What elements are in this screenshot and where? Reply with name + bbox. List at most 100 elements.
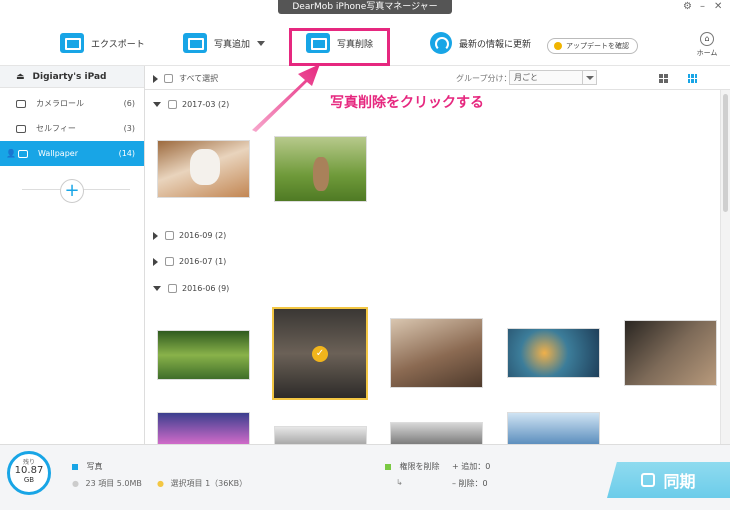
legend-swatch [385,463,391,470]
group-by-label: グループ分け： [456,74,512,83]
sidebar-item-count: (14) [118,149,135,158]
photo-thumbnail[interactable] [157,140,250,198]
expand-icon[interactable] [153,231,158,240]
sidebar: ⏏ Digiarty's iPad カメラロール (6) セルフィー (3) 👤… [0,66,145,444]
view-toggle [649,66,707,90]
large-grid-icon[interactable] [659,73,668,83]
photo-thumbnail-selected[interactable]: ✓ [272,307,368,400]
add-album-button[interactable]: + [60,179,84,203]
sidebar-item-label: セルフィー [36,124,76,133]
close-icon[interactable]: ✕ [714,1,722,13]
group-checkbox[interactable] [165,257,174,266]
photo-icon [17,149,28,158]
photo-thumbnail[interactable] [157,330,250,380]
storage-unit: GB [23,476,35,484]
sidebar-item-camera-roll[interactable]: カメラロール (6) [0,91,144,116]
permission-delete-label: 権限を削除 [399,462,440,471]
sidebar-item-selfie[interactable]: セルフィー (3) [0,116,144,141]
photos-legend: 写真 [72,461,103,472]
added-count: + 追加：0 [452,461,490,472]
expand-icon[interactable] [153,74,158,83]
check-update-button[interactable]: アップデートを確認 [547,38,638,54]
selected-summary-row: ● 選択項目 1（36KB） [157,478,247,489]
legend-swatch [72,463,78,470]
sync-label: 同期 [663,472,696,491]
plus-icon: + [452,462,462,471]
export-icon [60,33,84,53]
export-label: エクスポート [91,39,145,50]
export-button[interactable]: エクスポート [60,28,145,58]
sidebar-item-wallpaper[interactable]: 👤 Wallpaper (14) [0,141,144,166]
main-header: すべて選択 グループ分け： 月ごと [145,66,730,90]
group-header[interactable]: 2016-09 (2) [153,231,226,240]
photo-thumbnail[interactable] [507,412,600,444]
photo-thumbnail[interactable] [157,412,250,444]
photo-thumbnail[interactable] [274,136,367,202]
refresh-button[interactable]: 最新の情報に更新 [430,28,531,58]
settings-icon[interactable]: ⚙ [683,1,692,13]
group-header[interactable]: 2017-03 (2) [153,100,229,109]
storage-gauge: 残り 10.87 GB [7,451,51,495]
group-checkbox[interactable] [168,100,177,109]
minimize-icon[interactable]: – [700,1,705,13]
group-checkbox[interactable] [168,284,177,293]
sync-icon [641,473,656,487]
group-label: 2016-06 (9) [182,284,230,293]
scrollbar[interactable] [720,90,730,444]
eject-icon[interactable]: ⏏ [16,72,25,82]
photo-thumbnail[interactable] [390,318,483,388]
select-all[interactable]: すべて選択 [153,73,218,84]
photos-label: 写真 [86,462,103,471]
photo-thumbnail[interactable] [624,320,717,386]
group-checkbox[interactable] [165,231,174,240]
device-name: Digiarty's iPad [32,71,107,82]
annotation-text: 写真削除をクリックする [330,95,484,111]
home-label: ホーム [696,49,718,57]
group-by-select[interactable]: 月ごと [509,70,597,85]
sidebar-item-count: (6) [123,99,135,108]
camera-icon [16,99,26,108]
sidebar-item-label: Wallpaper [37,149,78,158]
sidebar-item-label: カメラロール [36,99,84,108]
home-button[interactable]: ⌂ ホーム [693,32,721,58]
photo-thumbnail[interactable] [507,328,600,378]
photo-thumbnail[interactable] [274,426,367,444]
bullet-icon: ● [72,479,79,488]
sidebar-item-count: (3) [123,124,135,133]
group-label: 2017-03 (2) [182,100,230,109]
chevron-down-icon[interactable] [257,40,266,46]
collapse-icon[interactable] [153,102,161,107]
photos-summary-row: ● 23 項目 5.0MB [72,478,142,489]
storage-value: 10.87 [14,465,44,476]
check-icon: ✓ [312,345,328,362]
small-grid-icon[interactable] [688,73,697,83]
group-header[interactable]: 2016-06 (9) [153,284,229,293]
group-header[interactable]: 2016-07 (1) [153,257,226,266]
photo-thumbnail[interactable] [390,422,483,444]
add-photo-icon [183,33,207,53]
group-label: 2016-07 (1) [179,257,227,266]
user-icon: 👤 [6,149,16,158]
select-all-label: すべて選択 [179,74,219,83]
arrow-icon: ↳ [396,478,403,487]
refresh-icon [430,32,452,54]
expand-icon[interactable] [153,257,158,266]
deleted-label: 削除：0 [458,479,488,488]
add-photo-label: 写真追加 [214,39,251,50]
footer: 残り 10.87 GB 写真 ● 23 項目 5.0MB ● 選択項目 1（36… [0,444,730,510]
sync-button[interactable]: 同期 [607,462,730,498]
check-update-label: アップデートを確認 [566,42,629,50]
collapse-icon[interactable] [153,286,161,291]
bullet-icon: ● [157,479,164,488]
group-by-value: 月ごと [514,73,538,82]
select-all-checkbox[interactable] [164,74,173,83]
device-header[interactable]: ⏏ Digiarty's iPad [0,66,144,88]
add-photo-button[interactable]: 写真追加 [183,28,266,58]
annotation-arrow [252,64,320,132]
photos-summary: 23 項目 5.0MB [85,479,142,488]
update-icon [554,42,562,50]
window-title: DearMob iPhone写真マネージャー [278,0,452,14]
deleted-count: – 削除：0 [452,478,488,489]
scrollbar-thumb[interactable] [723,94,728,212]
camera-icon [16,124,26,133]
